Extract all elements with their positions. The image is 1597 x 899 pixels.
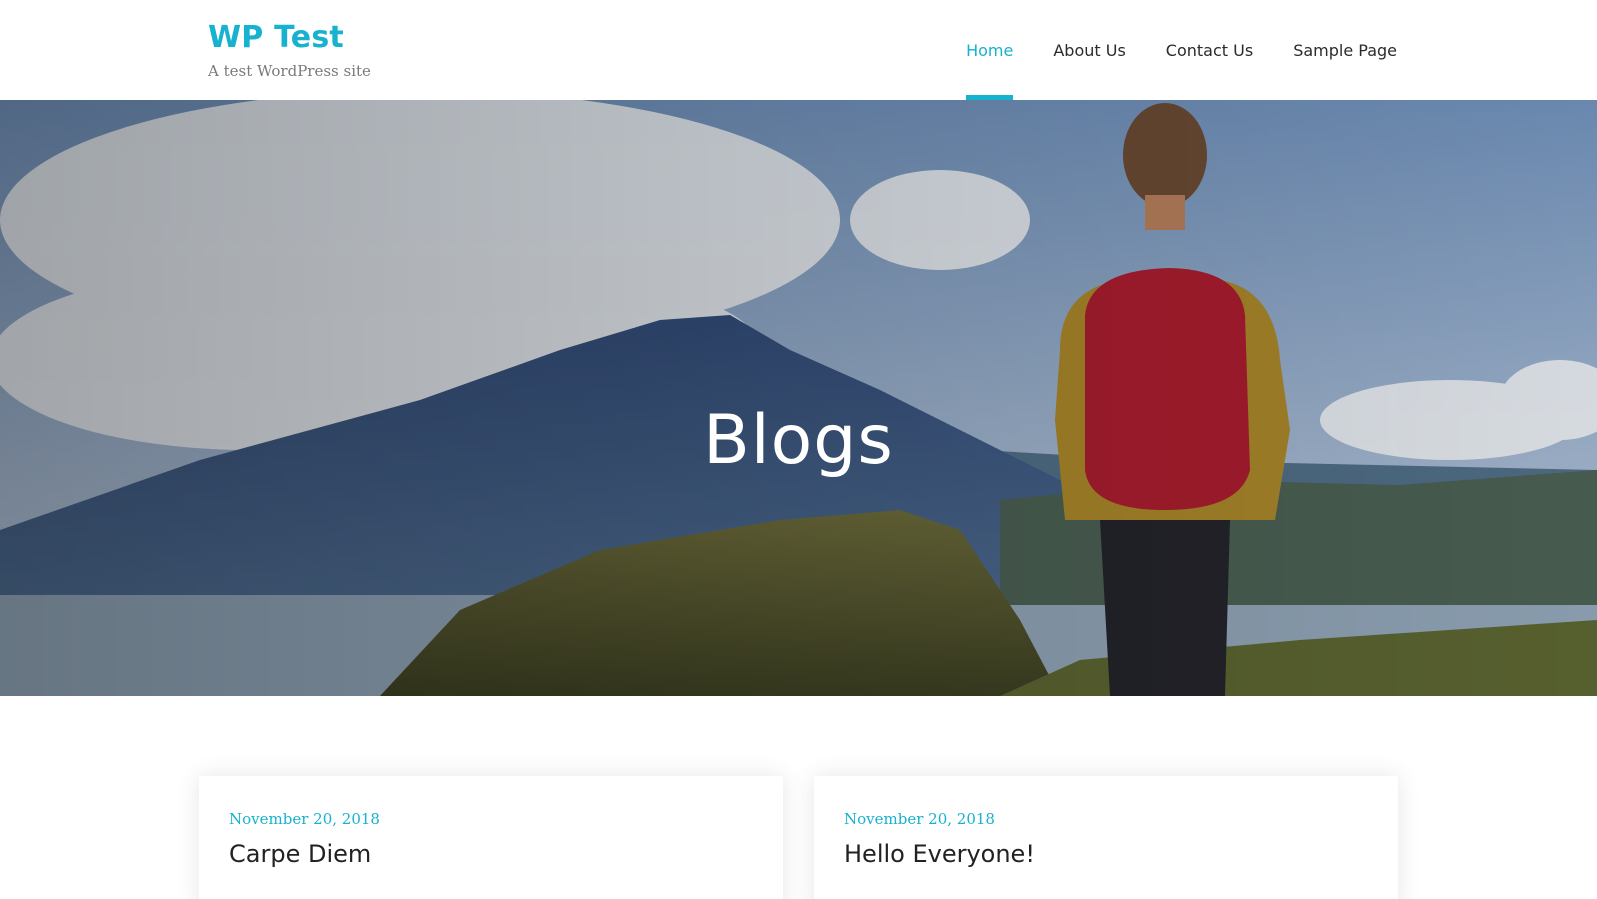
site-tagline: A test WordPress site [208, 62, 371, 80]
post-date-link[interactable]: November 20, 2018 [844, 810, 1368, 828]
site-branding: WP Test A test WordPress site [208, 18, 371, 80]
main-navigation: Home About Us Contact Us Sample Page [966, 0, 1397, 100]
post-title-link[interactable]: Hello Everyone! [844, 840, 1368, 868]
hero-banner: Blogs [0, 100, 1597, 696]
post-title-link[interactable]: Carpe Diem [229, 840, 753, 868]
post-card: November 20, 2018 Hello Everyone! [814, 776, 1398, 899]
hero-title: Blogs [703, 401, 894, 480]
hero-background-image [0, 100, 1597, 696]
nav-item-about-us[interactable]: About Us [1053, 0, 1125, 100]
nav-item-contact-us[interactable]: Contact Us [1166, 0, 1253, 100]
post-list: November 20, 2018 Carpe Diem November 20… [199, 776, 1399, 899]
post-card: November 20, 2018 Carpe Diem [199, 776, 783, 899]
site-header: WP Test A test WordPress site Home About… [0, 0, 1597, 100]
nav-item-home[interactable]: Home [966, 0, 1014, 100]
post-date-link[interactable]: November 20, 2018 [229, 810, 753, 828]
site-title-link[interactable]: WP Test [208, 18, 371, 58]
nav-item-sample-page[interactable]: Sample Page [1293, 0, 1397, 100]
page: WP Test A test WordPress site Home About… [0, 0, 1597, 899]
